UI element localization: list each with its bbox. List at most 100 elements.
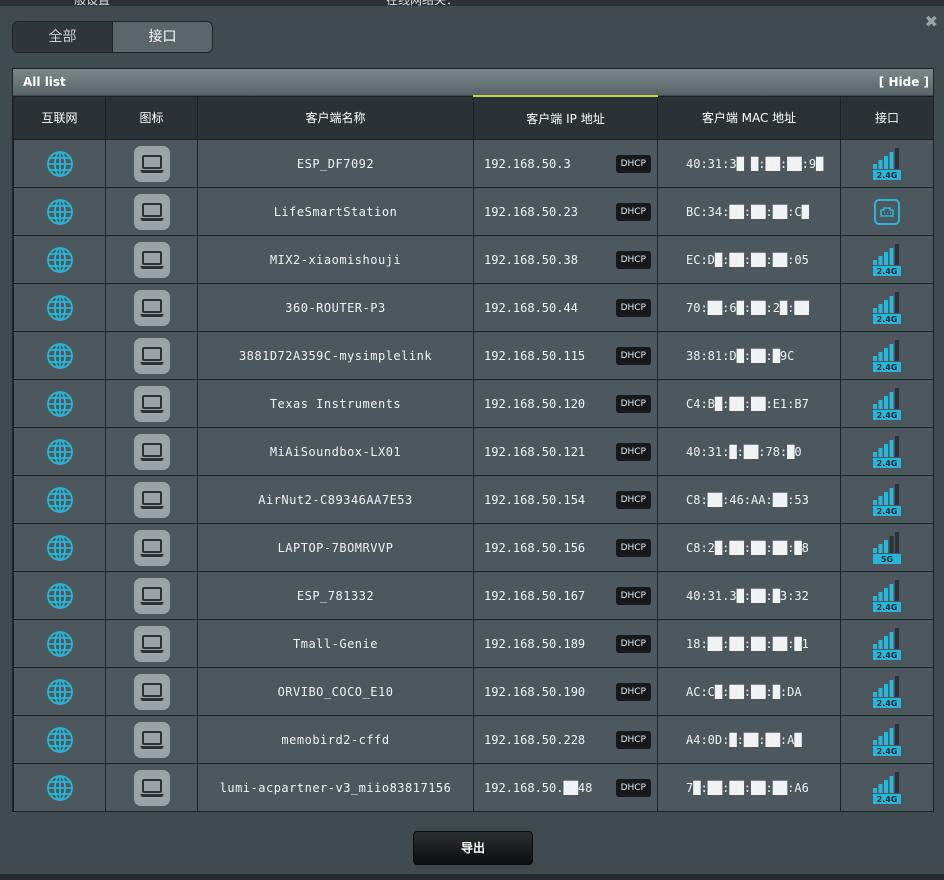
internet-cell [13, 763, 106, 812]
internet-cell [13, 715, 106, 764]
laptop-icon[interactable] [132, 576, 171, 615]
laptop-icon[interactable] [132, 768, 171, 807]
laptop-icon[interactable] [132, 528, 171, 567]
client-mac: 38:81:D█:██:█9C [657, 331, 841, 380]
internet-cell [13, 331, 106, 380]
globe-icon[interactable] [14, 774, 105, 802]
client-name[interactable]: memobird2-cffd [197, 715, 474, 764]
table-row[interactable]: MIX2-xiaomishouji 192.168.50.38 DHCP EC:D… [13, 235, 934, 284]
col-icon[interactable]: 图标 [105, 95, 198, 140]
export-button[interactable]: 导出 [413, 831, 533, 865]
globe-icon[interactable] [14, 150, 105, 178]
client-name[interactable]: lumi-acpartner-v3_miio83817156 [197, 763, 474, 812]
col-internet[interactable]: 互联网 [13, 95, 106, 140]
globe-icon[interactable] [14, 486, 105, 514]
client-name[interactable]: 3881D72A359C-mysimplelink [197, 331, 474, 380]
client-name[interactable]: ESP_781332 [197, 571, 474, 620]
globe-icon[interactable] [14, 342, 105, 370]
table-row[interactable]: AirNut2-C89346AA7E53 192.168.50.154 DHCP … [13, 475, 934, 524]
globe-icon[interactable] [14, 198, 105, 226]
laptop-icon[interactable] [132, 240, 171, 279]
client-mac: C8:2█:██:██:██:█8 [657, 523, 841, 572]
client-name[interactable]: Tmall-Genie [197, 619, 474, 668]
client-name[interactable]: 360-ROUTER-P3 [197, 283, 474, 332]
ip-cell: 192.168.50.189 DHCP [473, 619, 658, 668]
tab-interface[interactable]: 接口 [112, 22, 212, 52]
table-row[interactable]: ORVIBO_COCO_E10 192.168.50.190 DHCP AC:C█… [13, 667, 934, 716]
svg-text:2.4G: 2.4G [877, 459, 898, 468]
wifi-signal-icon: 2.4G [841, 483, 933, 517]
globe-icon[interactable] [14, 726, 105, 754]
table-row[interactable]: ESP_781332 192.168.50.167 DHCP 40:31.3█:█… [13, 571, 934, 620]
internet-cell [13, 427, 106, 476]
client-name[interactable]: Texas Instruments [197, 379, 474, 428]
client-name[interactable]: LAPTOP-7BOMRVVP [197, 523, 474, 572]
hide-link[interactable]: [ Hide ] [879, 75, 929, 89]
svg-text:2.4G: 2.4G [877, 507, 898, 516]
col-ip[interactable]: 客户端 IP 地址 [473, 95, 658, 140]
table-row[interactable]: MiAiSoundbox-LX01 192.168.50.121 DHCP 40:… [13, 427, 934, 476]
laptop-icon[interactable] [132, 144, 171, 183]
device-icon-cell [105, 235, 198, 284]
table-row[interactable]: memobird2-cffd 192.168.50.228 DHCP A4:0D:… [13, 715, 934, 764]
table-row[interactable]: 3881D72A359C-mysimplelink 192.168.50.115… [13, 331, 934, 380]
globe-icon[interactable] [14, 678, 105, 706]
interface-cell: 5G [840, 523, 934, 572]
client-name[interactable]: MiAiSoundbox-LX01 [197, 427, 474, 476]
client-mac: 40:31.3█:██:█3:32 [657, 571, 841, 620]
col-interface[interactable]: 接口 [840, 95, 934, 140]
interface-cell: 2.4G [840, 379, 934, 428]
globe-icon[interactable] [14, 630, 105, 658]
table-row[interactable]: ESP_DF7092 192.168.50.3 DHCP 40:31:3█ █:█… [13, 139, 934, 188]
laptop-icon[interactable] [132, 384, 171, 423]
table-row[interactable]: LAPTOP-7BOMRVVP 192.168.50.156 DHCP C8:2█… [13, 523, 934, 572]
client-table: 互联网 图标 客户端名称 客户端 IP 地址 客户端 MAC 地址 接口 ESP… [13, 95, 934, 812]
table-row[interactable]: 360-ROUTER-P3 192.168.50.44 DHCP 70:██:6█… [13, 283, 934, 332]
wifi-signal-icon: 2.4G [841, 579, 933, 613]
device-icon-cell [105, 715, 198, 764]
globe-icon[interactable] [14, 438, 105, 466]
laptop-icon[interactable] [132, 432, 171, 471]
svg-text:2.4G: 2.4G [877, 411, 898, 420]
interface-cell: 2.4G [840, 283, 934, 332]
tab-all[interactable]: 全部 [13, 22, 112, 52]
client-ip: 192.168.50.38 [484, 252, 578, 267]
client-name[interactable]: ORVIBO_COCO_E10 [197, 667, 474, 716]
wifi-signal-icon: 2.4G [841, 771, 933, 805]
laptop-icon[interactable] [132, 480, 171, 519]
wifi-signal-icon: 2.4G [841, 243, 933, 277]
client-name[interactable]: ESP_DF7092 [197, 139, 474, 188]
client-name[interactable]: LifeSmartStation [197, 187, 474, 236]
laptop-icon[interactable] [132, 720, 171, 759]
col-name[interactable]: 客户端名称 [197, 95, 474, 140]
table-row[interactable]: LifeSmartStation 192.168.50.23 DHCP BC:34… [13, 187, 934, 236]
dhcp-badge: DHCP [615, 778, 651, 797]
laptop-icon[interactable] [132, 336, 171, 375]
svg-text:2.4G: 2.4G [877, 747, 898, 756]
svg-text:2.4G: 2.4G [877, 315, 898, 324]
table-row[interactable]: Tmall-Genie 192.168.50.189 DHCP 18:██:██:… [13, 619, 934, 668]
ip-cell: 192.168.50.190 DHCP [473, 667, 658, 716]
ip-cell: 192.168.50.23 DHCP [473, 187, 658, 236]
table-row[interactable]: lumi-acpartner-v3_miio83817156 192.168.5… [13, 763, 934, 812]
globe-icon[interactable] [14, 294, 105, 322]
dhcp-badge: DHCP [615, 202, 651, 221]
interface-cell: 2.4G [840, 235, 934, 284]
globe-icon[interactable] [14, 582, 105, 610]
laptop-icon[interactable] [132, 192, 171, 231]
laptop-icon[interactable] [132, 288, 171, 327]
col-mac[interactable]: 客户端 MAC 地址 [657, 95, 841, 140]
internet-cell [13, 139, 106, 188]
laptop-icon[interactable] [132, 672, 171, 711]
globe-icon[interactable] [14, 390, 105, 418]
client-name[interactable]: AirNut2-C89346AA7E53 [197, 475, 474, 524]
table-row[interactable]: Texas Instruments 192.168.50.120 DHCP C4:… [13, 379, 934, 428]
globe-icon[interactable] [14, 534, 105, 562]
close-icon[interactable]: ✖ [925, 14, 938, 30]
wifi-signal-icon: 2.4G [841, 627, 933, 661]
laptop-icon[interactable] [132, 624, 171, 663]
filter-tabs: 全部 接口 [12, 21, 213, 53]
globe-icon[interactable] [14, 246, 105, 274]
client-name[interactable]: MIX2-xiaomishouji [197, 235, 474, 284]
wifi-signal-icon: 2.4G [841, 147, 933, 181]
